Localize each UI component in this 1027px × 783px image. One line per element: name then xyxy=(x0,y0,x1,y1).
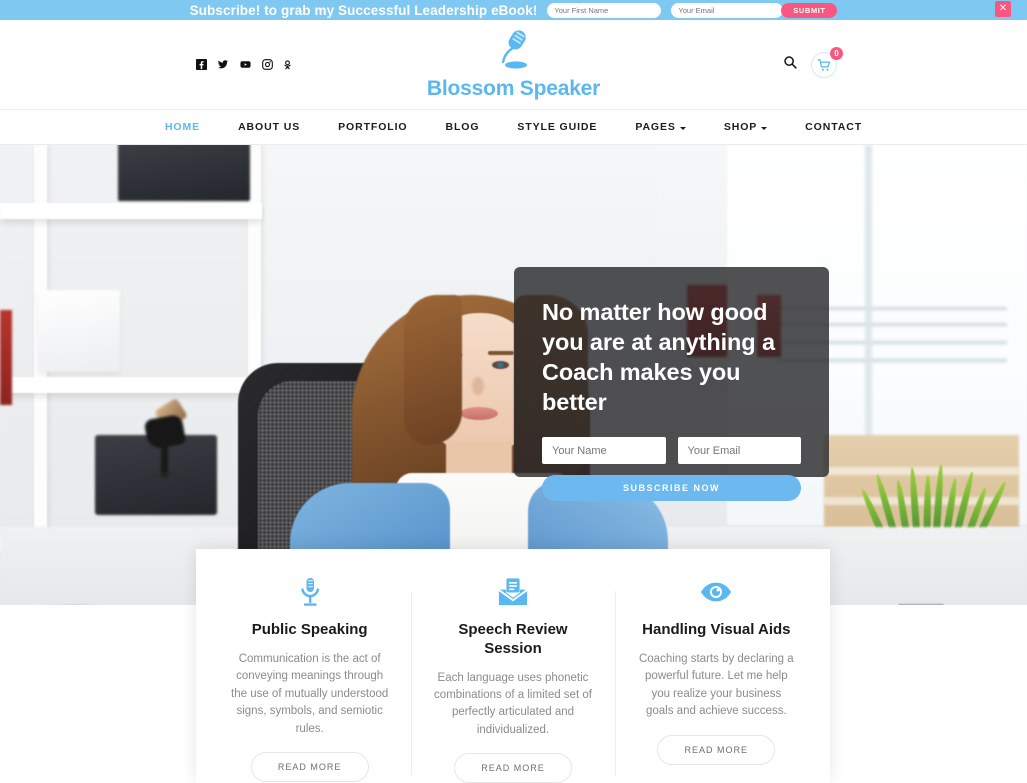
header-actions: 0 xyxy=(783,46,843,78)
hero-subscribe-button[interactable]: SUBSCRIBE NOW xyxy=(542,475,801,502)
nav-item-about-us[interactable]: ABOUT US xyxy=(219,121,319,133)
hero-subscribe-card: No matter how good you are at anything a… xyxy=(514,267,829,502)
nav-item-contact[interactable]: CONTACT xyxy=(786,121,881,133)
nav-label: SHOP xyxy=(723,121,758,133)
feature-card-handling-visual-aids: Handling Visual Aids Coaching starts by … xyxy=(614,577,818,783)
chevron-down-icon xyxy=(761,126,768,130)
nav-item-blog[interactable]: BLOG xyxy=(426,121,498,133)
site-header: Blossom Speaker 0 xyxy=(0,20,1027,109)
nav-label: ABOUT US xyxy=(238,121,301,133)
hero-title: No matter how good you are at anything a… xyxy=(542,299,775,416)
nav-item-shop[interactable]: SHOP xyxy=(705,121,786,133)
eye-icon xyxy=(637,577,796,607)
feature-cards: Public Speaking Communication is the act… xyxy=(196,549,830,783)
topbar-message: Subscribe! to grab my Successful Leaders… xyxy=(189,2,538,18)
topbar-submit-button[interactable]: SUBMIT xyxy=(781,2,838,18)
brand-logo[interactable]: Blossom Speaker xyxy=(0,29,1027,101)
nav-label: PORTFOLIO xyxy=(338,121,408,133)
cart-button[interactable]: 0 xyxy=(811,46,843,78)
feature-title: Handling Visual Aids xyxy=(642,621,791,638)
nav-label: PAGES xyxy=(635,121,676,133)
nav-label: STYLE GUIDE xyxy=(517,121,598,133)
nav-label: CONTACT xyxy=(805,121,863,133)
feature-card-speech-review-session: Speech Review Session Each language uses… xyxy=(411,577,614,783)
hero-section: No matter how good you are at anything a… xyxy=(0,145,1027,605)
feature-description: Each language uses phonetic combinations… xyxy=(434,671,592,736)
feature-read-more-button[interactable]: READ MORE xyxy=(453,753,572,783)
envelope-document-icon xyxy=(433,577,592,607)
nav-item-home[interactable]: HOME xyxy=(146,121,219,133)
chevron-down-icon xyxy=(679,126,686,130)
subscribe-topbar: Subscribe! to grab my Successful Leaders… xyxy=(0,0,1027,20)
feature-description: Coaching starts by declaring a powerful … xyxy=(638,652,794,718)
hero-subscribe-form xyxy=(542,437,801,465)
nav-label: HOME xyxy=(164,121,201,133)
nav-item-portfolio[interactable]: PORTFOLIO xyxy=(319,121,426,133)
microphone-icon xyxy=(230,577,389,607)
close-icon[interactable]: ✕ xyxy=(995,1,1011,17)
cart-count-badge: 0 xyxy=(830,46,843,60)
feature-title: Public Speaking xyxy=(251,621,368,638)
main-navigation: HOME ABOUT US PORTFOLIO BLOG STYLE GUIDE… xyxy=(0,109,1027,145)
hero-name-input[interactable] xyxy=(542,437,666,465)
topbar-first-name-input[interactable] xyxy=(547,2,662,18)
feature-title: Speech Review Session xyxy=(458,621,568,657)
topbar-email-input[interactable] xyxy=(671,2,784,18)
nav-label: BLOG xyxy=(445,121,480,133)
nav-item-style-guide[interactable]: STYLE GUIDE xyxy=(498,121,616,133)
feature-card-public-speaking: Public Speaking Communication is the act… xyxy=(208,577,411,783)
microphone-logo-icon xyxy=(494,29,534,76)
nav-item-pages[interactable]: PAGES xyxy=(616,121,704,133)
feature-description: Communication is the act of conveying me… xyxy=(231,652,389,735)
hero-email-input[interactable] xyxy=(677,437,801,465)
brand-name: Blossom Speaker xyxy=(426,76,601,100)
search-icon[interactable] xyxy=(783,55,797,74)
feature-read-more-button[interactable]: READ MORE xyxy=(250,752,369,783)
